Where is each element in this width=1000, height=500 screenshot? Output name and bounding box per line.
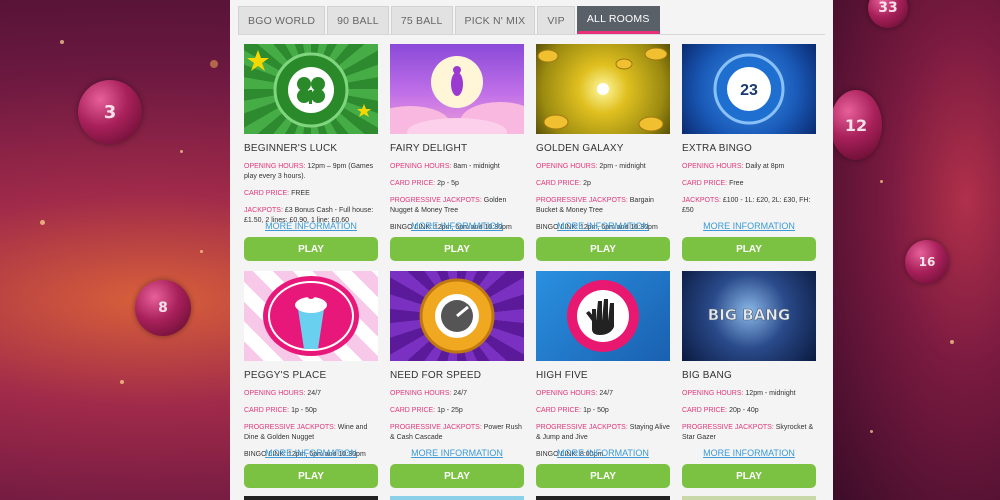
room-tabs: BGO WORLD 90 BALL 75 BALL PICK N' MIX VI… [238,6,660,34]
room-card-peggys-place: PEGGY'S PLACE OPENING HOURS: 24/7 CARD P… [244,271,378,488]
play-button[interactable]: PLAY [244,464,378,488]
svg-text:BIG BANG: BIG BANG [708,306,790,324]
room-card-big-bang: BIG BANG BIG BANG OPENING HOURS: 12pm - … [682,271,816,488]
play-button[interactable]: PLAY [536,464,670,488]
room-thumbnail[interactable] [536,271,670,361]
more-information-link[interactable]: MORE INFORMATION [536,448,670,458]
room-thumbnail[interactable] [244,271,378,361]
room-thumbnail[interactable] [390,44,524,134]
more-information-link[interactable]: MORE INFORMATION [390,448,524,458]
room-title: EXTRA BINGO [682,143,752,154]
more-information-link[interactable]: MORE INFORMATION [536,221,670,231]
room-thumbnail[interactable] [536,44,670,134]
bingo-ball-decoration: 12 [830,90,882,160]
play-button[interactable]: PLAY [682,464,816,488]
room-card-extra-bingo: 23 EXTRA BINGO OPENING HOURS: Daily at 8… [682,44,816,261]
bingo-ball-decoration: 16 [905,240,949,284]
room-info: OPENING HOURS: 24/7 CARD PRICE: 1p - 25p… [390,390,522,441]
speedometer-ball-icon [419,278,495,354]
room-card-fairy-delight: FAIRY DELIGHT OPENING HOURS: 8am - midni… [390,44,524,261]
room-thumbnail[interactable] [536,496,670,500]
room-card-beginners-luck: BEGINNER'S LUCK OPENING HOURS: 12pm – 9p… [244,44,378,261]
room-info: OPENING HOURS: 12pm – 9pm (Games play ev… [244,163,374,224]
tab-75-ball[interactable]: 75 BALL [390,6,453,34]
tab-all-rooms[interactable]: ALL ROOMS [576,6,660,34]
room-title: GOLDEN GALAXY [536,143,624,154]
tab-divider [238,34,825,35]
play-button[interactable]: PLAY [536,237,670,261]
bingo-ball-decoration: 3 [78,80,142,144]
big-bang-logo: BIG BANG [707,306,790,325]
more-information-link[interactable]: MORE INFORMATION [244,221,378,231]
room-title: PEGGY'S PLACE [244,370,327,381]
room-thumbnail[interactable] [390,496,524,500]
bingo-ball-decoration: 8 [135,280,191,336]
rooms-panel: BGO WORLD 90 BALL 75 BALL PICK N' MIX VI… [230,0,833,500]
room-thumbnail[interactable] [244,44,378,134]
play-button[interactable]: PLAY [244,237,378,261]
room-thumbnail[interactable] [244,496,378,500]
clover-ball-icon [247,50,371,128]
room-title: FAIRY DELIGHT [390,143,468,154]
play-button[interactable]: PLAY [682,237,816,261]
svg-text:23: 23 [740,82,758,99]
room-title: BIG BANG [682,370,732,381]
room-card-golden-galaxy: GOLDEN GALAXY OPENING HOURS: 2pm - midni… [536,44,670,261]
more-information-link[interactable]: MORE INFORMATION [682,448,816,458]
tab-vip[interactable]: VIP [537,6,575,34]
more-information-link[interactable]: MORE INFORMATION [244,448,378,458]
gold-coins-icon [537,47,668,132]
milkshake-icon [263,276,359,356]
room-info: OPENING HOURS: 12pm - midnight CARD PRIC… [682,390,814,441]
play-button[interactable]: PLAY [390,237,524,261]
room-thumbnail[interactable]: 23 [682,44,816,134]
room-thumbnail[interactable] [682,496,816,500]
fairy-moon-icon [390,56,524,134]
room-title: HIGH FIVE [536,370,588,381]
tab-pick-n-mix[interactable]: PICK N' MIX [454,6,536,34]
more-information-link[interactable]: MORE INFORMATION [390,221,524,231]
room-title: BEGINNER'S LUCK [244,143,338,154]
room-thumbnail[interactable] [390,271,524,361]
room-card-high-five: HIGH FIVE OPENING HOURS: 24/7 CARD PRICE… [536,271,670,488]
play-button[interactable]: PLAY [390,464,524,488]
room-thumbnail[interactable]: BIG BANG [682,271,816,361]
room-info: OPENING HOURS: Daily at 8pm CARD PRICE: … [682,163,811,214]
room-card-need-for-speed: NEED FOR SPEED OPENING HOURS: 24/7 CARD … [390,271,524,488]
more-information-link[interactable]: MORE INFORMATION [682,221,816,231]
tab-bgo-world[interactable]: BGO WORLD [238,6,326,34]
tab-90-ball[interactable]: 90 BALL [327,6,389,34]
hand-ball-icon [567,280,639,352]
room-title: NEED FOR SPEED [390,370,482,381]
numbered-ball-icon: 23 [713,53,785,125]
